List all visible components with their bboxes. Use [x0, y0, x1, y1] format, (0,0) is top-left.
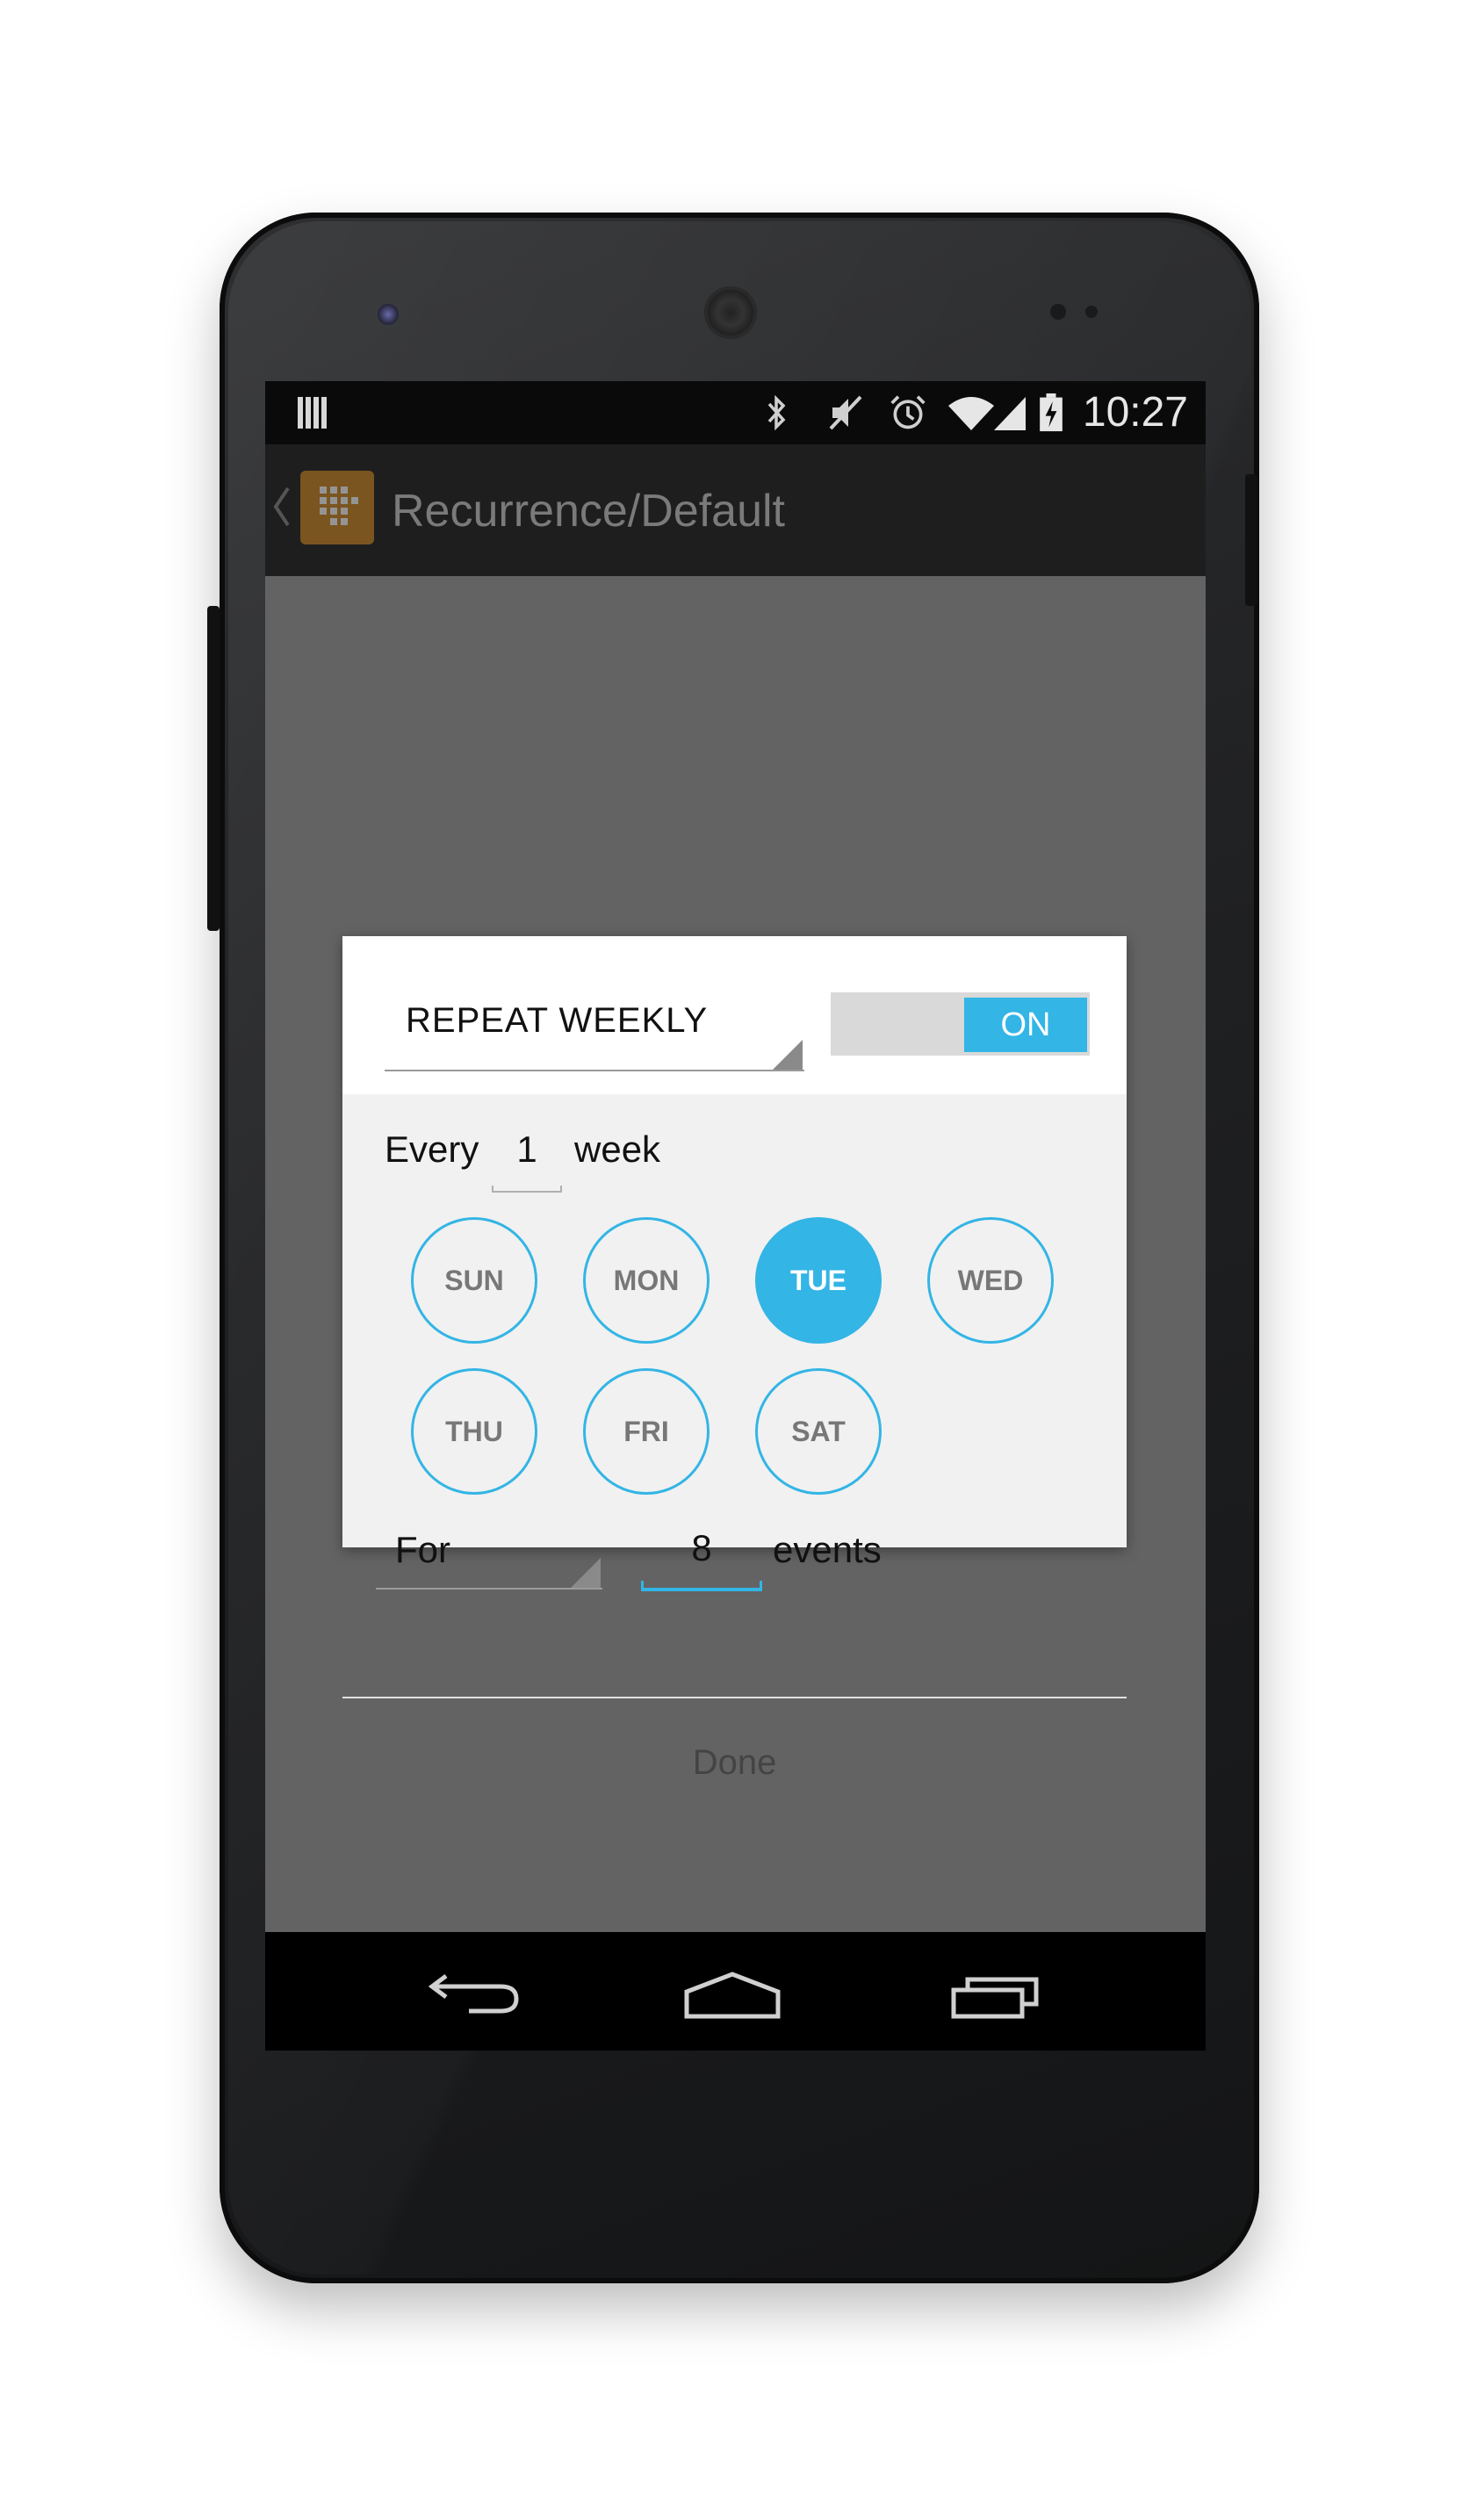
phone-screen: 10:27 Recurrence/Default REPEAT WEEKLY O… [265, 381, 1206, 2051]
app-title: Recurrence/Default [392, 486, 785, 537]
spinner-arrow-icon [773, 1040, 803, 1070]
end-mode-underline [376, 1588, 602, 1590]
back-chevron-icon[interactable] [272, 485, 292, 529]
interval-input-underline [492, 1186, 562, 1193]
day-button-tue[interactable]: TUE [755, 1217, 882, 1344]
status-time: 10:27 [1082, 389, 1188, 436]
wifi-icon [948, 397, 994, 430]
status-bar: 10:27 [265, 381, 1206, 444]
front-camera-icon [378, 304, 399, 325]
recurrence-dialog: REPEAT WEEKLY ON Every 1 week SUN MON TU… [342, 936, 1127, 1782]
action-bar: Recurrence/Default [265, 444, 1206, 576]
end-mode-arrow-icon [571, 1558, 601, 1588]
back-icon[interactable] [429, 1969, 520, 2018]
app-icon[interactable] [300, 471, 374, 544]
home-icon[interactable] [683, 1971, 782, 2020]
done-button[interactable]: Done [342, 1698, 1127, 1827]
recents-icon[interactable] [950, 1969, 1043, 2020]
frequency-spinner-underline [385, 1070, 804, 1071]
day-button-sat[interactable]: SAT [755, 1368, 882, 1495]
count-input-underline [641, 1581, 762, 1591]
volume-button [207, 606, 220, 931]
signal-icon [994, 397, 1026, 430]
day-button-thu[interactable]: THU [411, 1368, 537, 1495]
frequency-spinner[interactable]: REPEAT WEEKLY [406, 999, 708, 1042]
dialog-header: REPEAT WEEKLY ON [342, 936, 1127, 1094]
light-sensor-icon [1085, 306, 1098, 318]
alarm-icon [890, 395, 926, 429]
end-mode-spinner[interactable]: For [395, 1528, 450, 1572]
count-unit-label: events [773, 1529, 882, 1570]
day-button-fri[interactable]: FRI [583, 1368, 710, 1495]
content-scrim: REPEAT WEEKLY ON Every 1 week SUN MON TU… [265, 576, 1206, 1932]
day-button-mon[interactable]: MON [583, 1217, 710, 1344]
repeat-toggle[interactable]: ON [831, 992, 1090, 1056]
bluetooth-icon [767, 394, 786, 431]
interval-unit-label: week [574, 1128, 661, 1170]
toggle-thumb: ON [964, 998, 1087, 1052]
navigation-bar [265, 1932, 1206, 2051]
proximity-sensor-icon [1050, 304, 1066, 320]
mute-icon [829, 395, 862, 430]
count-input[interactable]: 8 [641, 1526, 762, 1570]
notification-bars-icon [298, 397, 327, 429]
interval-input[interactable]: 1 [492, 1128, 562, 1172]
battery-charging-icon [1040, 393, 1063, 432]
speaker-grille-icon [704, 286, 757, 339]
power-button [1245, 474, 1257, 606]
day-button-wed[interactable]: WED [927, 1217, 1054, 1344]
every-label: Every [385, 1128, 479, 1170]
day-button-sun[interactable]: SUN [411, 1217, 537, 1344]
